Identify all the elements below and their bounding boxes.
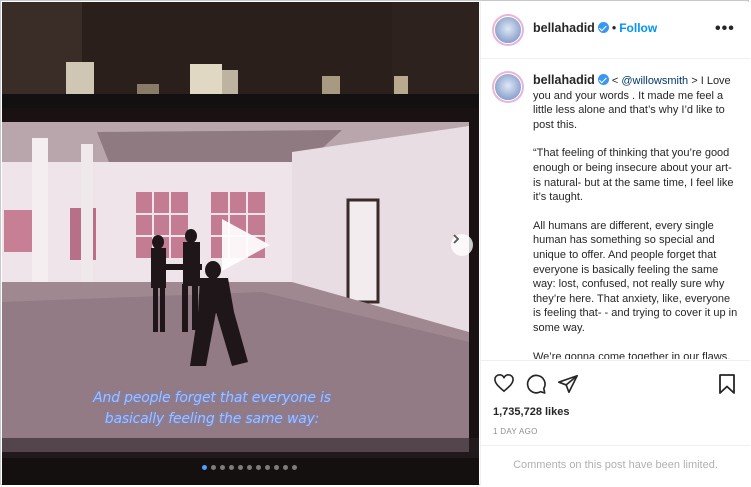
more-options-icon[interactable]: ••• (715, 20, 735, 38)
caption-mention-link[interactable]: @willowsmith (621, 75, 688, 87)
header-separator: • (611, 21, 617, 35)
header-user-row: bellahadid • Follow (533, 21, 657, 35)
carousel-dot (283, 465, 288, 470)
comments-limited-notice: Comments on this post have been limited. (481, 445, 750, 485)
post-header: bellahadid • Follow ••• (481, 2, 750, 59)
header-username[interactable]: bellahadid (533, 21, 595, 35)
chevron-right-icon (453, 234, 460, 244)
play-icon[interactable] (214, 215, 274, 275)
caption-avatar[interactable] (492, 71, 524, 103)
carousel-dot (274, 465, 279, 470)
carousel-dot (265, 465, 270, 470)
share-icon[interactable] (557, 373, 579, 400)
post-actions: 1,735,728 likes 1 DAY AGO Comments on th… (481, 360, 750, 486)
bookmark-icon[interactable] (717, 373, 737, 400)
carousel-next-button[interactable] (451, 234, 473, 256)
avatar[interactable] (492, 14, 524, 46)
verified-badge-icon (597, 22, 609, 33)
post-side-panel: bellahadid • Follow ••• bellahadid < @will… (480, 2, 750, 485)
video-subtitle-line-1: And people forget that everyone is (93, 390, 331, 406)
caption-username[interactable]: bellahadid (533, 73, 595, 87)
carousel-dot (202, 465, 207, 470)
caption-area[interactable]: bellahadid < @willowsmith > I Love you a… (481, 59, 750, 359)
carousel-dot (238, 465, 243, 470)
carousel-dot (229, 465, 234, 470)
post-dialog: And people forget that everyone is basic… (0, 0, 750, 485)
caption-paragraph-3: All humans are different, every single h… (533, 219, 738, 334)
comment-icon[interactable] (525, 373, 547, 400)
post-media[interactable]: And people forget that everyone is basic… (2, 2, 479, 485)
verified-badge-icon (597, 74, 609, 85)
post-timestamp[interactable]: 1 DAY AGO (493, 427, 538, 436)
carousel-dot (292, 465, 297, 470)
carousel-dot (256, 465, 261, 470)
caption-paragraph-4: We’re gonna come together in our flaws. (533, 350, 731, 360)
heart-icon[interactable] (493, 373, 515, 398)
carousel-dot (247, 465, 252, 470)
carousel-dot (211, 465, 216, 470)
like-count[interactable]: 1,735,728 likes (493, 406, 569, 418)
caption-prefix: < (611, 75, 622, 87)
follow-button[interactable]: Follow (619, 21, 657, 35)
carousel-indicator (202, 465, 297, 470)
caption-paragraph-2: “That feeling of thinking that you’re go… (533, 147, 734, 204)
video-subtitle-line-2: basically feeling the same way: (104, 411, 320, 427)
carousel-dot (220, 465, 225, 470)
post-caption: bellahadid < @willowsmith > I Love you a… (533, 73, 739, 359)
